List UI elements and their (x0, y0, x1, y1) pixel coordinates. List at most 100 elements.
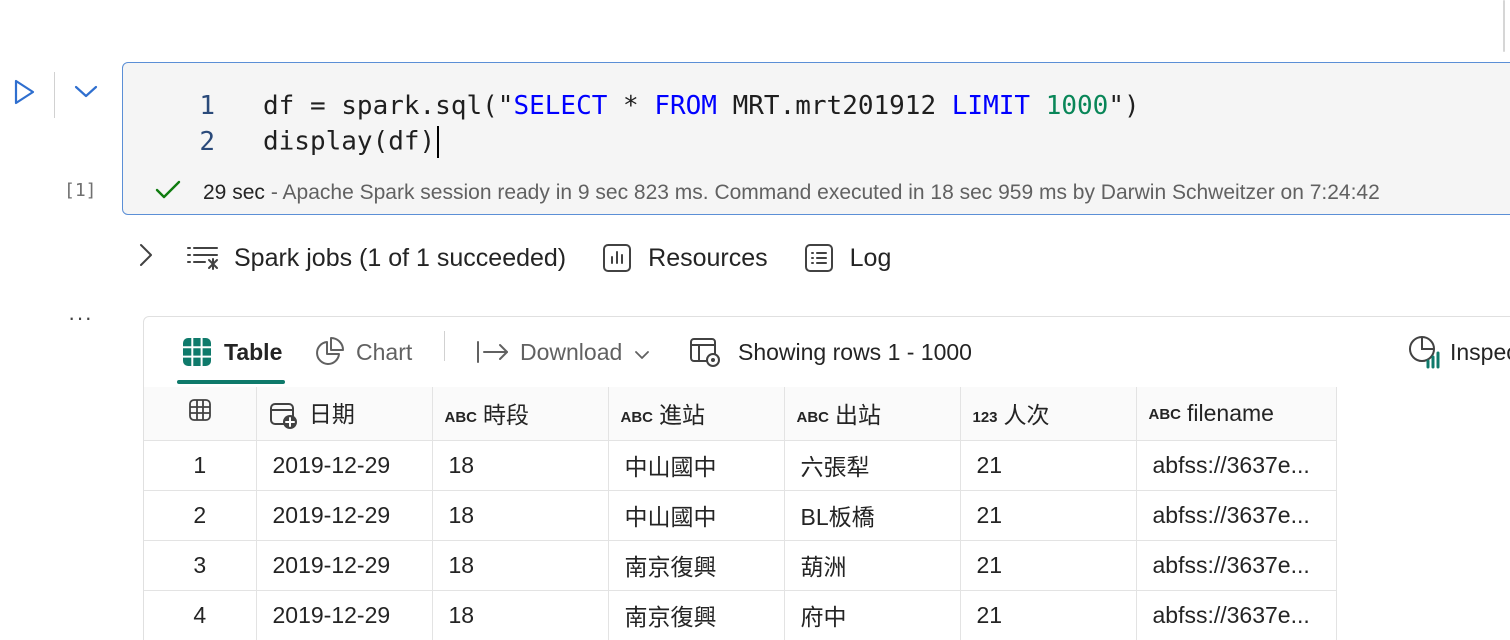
table-cell[interactable]: 南京復興 (608, 540, 785, 591)
log-button[interactable]: Log (802, 241, 891, 275)
table-cell[interactable]: 府中 (784, 590, 961, 640)
tab-chart[interactable]: Chart (312, 317, 412, 387)
list-icon (186, 241, 220, 275)
bar-chart-icon (600, 241, 634, 275)
cell-output-bar: Spark jobs (1 of 1 succeeded) Resources … (134, 236, 891, 280)
table-row[interactable]: 2 2019-12-29 18 中山國中 BL板橋 21 abfss://363… (144, 490, 1337, 541)
table-row[interactable]: 3 2019-12-29 18 南京復興 葫洲 21 abfss://3637e… (144, 540, 1337, 591)
table-cell[interactable]: 18 (432, 590, 609, 640)
row-number: 4 (144, 590, 257, 640)
select-all-cell[interactable] (144, 387, 257, 441)
table-cell[interactable]: 21 (960, 490, 1137, 541)
table-cell[interactable]: 2019-12-29 (256, 440, 433, 491)
results-toolbar: Table Chart Download Showing rows 1 - 10… (144, 317, 1510, 387)
results-panel: Table Chart Download Showing rows 1 - 10… (143, 316, 1510, 640)
arrow-export-icon (476, 335, 510, 369)
row-number: 1 (144, 440, 257, 491)
execution-status: 29 sec - Apache Spark session ready in 9… (155, 177, 1380, 209)
table-cell[interactable]: 中山國中 (608, 490, 785, 541)
resources-button[interactable]: Resources (600, 241, 768, 275)
results-table: 日期 ABC 時段 ABC 進站 ABC 出站 123 人次 ABC filename 1… (144, 387, 1337, 640)
table-cell[interactable]: 2019-12-29 (256, 490, 433, 541)
showing-rows-label: Showing rows 1 - 1000 (738, 338, 972, 365)
table-row[interactable]: 4 2019-12-29 18 南京復興 府中 21 abfss://3637e… (144, 590, 1337, 640)
line-number: 1 (199, 91, 215, 121)
column-header[interactable]: ABC 進站 (608, 387, 785, 441)
text-cursor (437, 126, 440, 158)
column-name: 出站 (835, 402, 881, 429)
pie-chart-icon (312, 335, 346, 369)
table-cell[interactable]: abfss://3637e... (1136, 490, 1337, 541)
table-cell[interactable]: 2019-12-29 (256, 540, 433, 591)
column-name: 人次 (1003, 402, 1050, 429)
table-cell[interactable]: 21 (960, 540, 1137, 591)
table-cell[interactable]: 2019-12-29 (256, 590, 433, 640)
table-cell[interactable]: 21 (960, 590, 1137, 640)
table-cell[interactable]: BL板橋 (784, 490, 961, 541)
download-button[interactable]: Download (476, 317, 650, 387)
type-tag: ABC (796, 408, 830, 426)
chevron-right-icon (139, 243, 153, 274)
column-header[interactable]: 123 人次 (960, 387, 1137, 441)
column-name: 進站 (659, 402, 705, 429)
table-cell[interactable]: abfss://3637e... (1136, 540, 1337, 591)
gutter-divider (54, 72, 55, 118)
spark-jobs-button[interactable]: Spark jobs (1 of 1 succeeded) (186, 241, 566, 275)
table-cell[interactable]: 18 (432, 440, 609, 491)
run-cell-button[interactable] (10, 79, 38, 110)
table-cell[interactable]: 18 (432, 540, 609, 591)
column-header[interactable]: ABC filename (1136, 387, 1337, 441)
expand-jobs-button[interactable] (134, 236, 158, 280)
code-text[interactable]: display(df) (263, 126, 440, 158)
play-icon (12, 79, 36, 110)
table-cell[interactable]: 中山國中 (608, 440, 785, 491)
execution-message: - Apache Spark session ready in 9 sec 82… (270, 181, 1380, 204)
spark-jobs-label: Spark jobs (1 of 1 succeeded) (234, 243, 567, 272)
checkmark-icon (155, 180, 181, 206)
row-number: 2 (144, 490, 257, 541)
execution-count: [1] (64, 180, 97, 201)
line-number: 2 (199, 127, 215, 157)
inspect-icon (1408, 335, 1442, 369)
code-cell[interactable]: 1 df = spark.sql("SELECT * FROM MRT.mrt2… (122, 62, 1510, 215)
column-name: filename (1187, 399, 1274, 426)
active-tab-indicator (177, 380, 285, 384)
table-grid-icon (180, 335, 214, 369)
column-name: 日期 (308, 401, 355, 428)
tab-chart-label: Chart (356, 338, 413, 365)
table-cell[interactable]: 六張犁 (784, 440, 961, 491)
execution-duration: 29 sec (203, 181, 265, 204)
column-name: 時段 (483, 402, 529, 429)
more-options-button[interactable]: ··· (68, 305, 93, 331)
table-cell[interactable]: abfss://3637e... (1136, 590, 1337, 640)
chevron-down-icon (634, 339, 650, 366)
column-header[interactable]: ABC 時段 (432, 387, 609, 441)
calendar-add-icon (269, 401, 299, 431)
column-header[interactable]: ABC 出站 (784, 387, 961, 441)
code-text[interactable]: df = spark.sql("SELECT * FROM MRT.mrt201… (263, 91, 1140, 121)
type-tag: 123 (972, 408, 998, 426)
document-list-icon (802, 241, 836, 275)
table-row[interactable]: 1 2019-12-29 18 中山國中 六張犁 21 abfss://3637… (144, 440, 1337, 491)
chevron-down-icon (74, 85, 98, 104)
rows-info[interactable]: Showing rows 1 - 1000 (688, 317, 972, 387)
tab-table[interactable]: Table (180, 317, 282, 387)
resources-label: Resources (648, 243, 768, 272)
table-cell[interactable]: abfss://3637e... (1136, 440, 1337, 491)
inspect-button[interactable]: Inspect (1408, 317, 1510, 387)
scrollbar-edge[interactable] (1503, 0, 1505, 52)
inspect-label: Inspect (1450, 338, 1510, 365)
type-tag: ABC (444, 408, 478, 426)
toolbar-divider (444, 331, 445, 361)
tab-table-label: Table (224, 338, 283, 365)
table-cell[interactable]: 葫洲 (784, 540, 961, 591)
table-cell[interactable]: 21 (960, 440, 1137, 491)
column-header[interactable]: 日期 (256, 387, 433, 441)
run-options-button[interactable] (72, 82, 100, 106)
table-icon (188, 399, 212, 427)
table-cell[interactable]: 南京復興 (608, 590, 785, 640)
download-label: Download (520, 338, 623, 365)
type-tag: ABC (1148, 406, 1182, 424)
table-cell[interactable]: 18 (432, 490, 609, 541)
row-number: 3 (144, 540, 257, 591)
